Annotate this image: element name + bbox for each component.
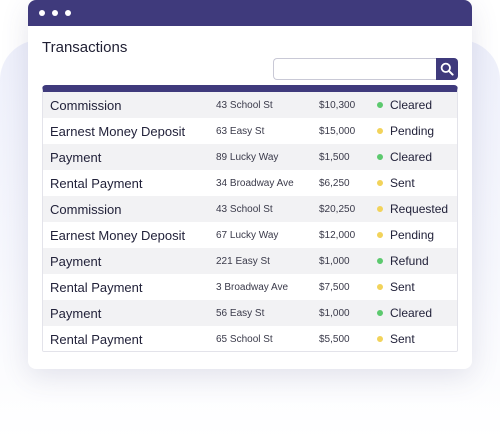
transaction-address: 63 Easy St	[216, 125, 265, 137]
table-row[interactable]: Earnest Money Deposit 67 Lucky Way $12,000…	[43, 222, 457, 248]
status-badge: Refund	[390, 254, 429, 268]
status-dot-icon	[377, 284, 383, 290]
search-icon	[440, 62, 454, 76]
transaction-type: Commission	[50, 201, 122, 217]
transaction-type: Earnest Money Deposit	[50, 123, 186, 139]
status-badge: Requested	[390, 202, 449, 216]
table-row[interactable]: Rental Payment 3 Broadway Ave $7,500 Sent	[43, 274, 457, 300]
transaction-type: Rental Payment	[50, 175, 143, 191]
window-dot-icon[interactable]	[39, 10, 45, 16]
page-title: Transactions	[42, 39, 128, 56]
transaction-type: Rental Payment	[50, 331, 143, 347]
transaction-amount: $1,500	[319, 151, 350, 163]
status-badge: Pending	[390, 228, 435, 242]
status-dot-icon	[377, 310, 383, 316]
transaction-address: 65 School St	[216, 333, 273, 345]
transaction-amount: $20,250	[319, 203, 356, 215]
status-badge: Sent	[390, 332, 415, 346]
search-button[interactable]	[436, 58, 458, 80]
transaction-amount: $1,000	[319, 307, 350, 319]
table-row[interactable]: Commission 43 School St $20,250 Requested	[43, 196, 457, 222]
table-row[interactable]: Rental Payment 65 School St $5,500 Sent	[43, 326, 457, 351]
table-row[interactable]: Payment 56 Easy St $1,000 Cleared	[43, 300, 457, 326]
status-badge: Sent	[390, 176, 415, 190]
status-dot-icon	[377, 154, 383, 160]
status-badge: Cleared	[390, 150, 433, 164]
transaction-type: Payment	[50, 253, 102, 269]
table-row[interactable]: Commission 43 School St $10,300 Cleared	[43, 92, 457, 118]
transaction-type: Payment	[50, 149, 102, 165]
transaction-address: 43 School St	[216, 203, 273, 215]
transaction-address: 67 Lucky Way	[216, 229, 279, 241]
search-input[interactable]	[273, 58, 436, 80]
transaction-address: 43 School St	[216, 99, 273, 111]
transaction-address: 221 Easy St	[216, 255, 270, 267]
status-dot-icon	[377, 232, 383, 238]
transaction-type: Rental Payment	[50, 279, 143, 295]
status-badge: Pending	[390, 124, 435, 138]
status-dot-icon	[377, 206, 383, 212]
status-dot-icon	[377, 102, 383, 108]
table-row[interactable]: Earnest Money Deposit 63 Easy St $15,000 Pe…	[43, 118, 457, 144]
transaction-address: 89 Lucky Way	[216, 151, 279, 163]
transaction-amount: $10,300	[319, 99, 356, 111]
window-titlebar	[28, 0, 472, 26]
status-dot-icon	[377, 128, 383, 134]
transaction-type: Commission	[50, 97, 122, 113]
app-window: Transactions Commission 43 School St $10,3…	[28, 0, 472, 369]
transaction-address: 34 Broadway Ave	[216, 177, 294, 189]
transaction-address: 56 Easy St	[216, 307, 265, 319]
transaction-type: Earnest Money Deposit	[50, 227, 186, 243]
transaction-amount: $5,500	[319, 333, 350, 345]
table-row[interactable]: Payment 89 Lucky Way $1,500 Cleared	[43, 144, 457, 170]
window-dot-icon[interactable]	[65, 10, 71, 16]
status-dot-icon	[377, 258, 383, 264]
table-row[interactable]: Rental Payment 34 Broadway Ave $6,250 Sent	[43, 170, 457, 196]
transaction-address: 3 Broadway Ave	[216, 281, 289, 293]
transaction-amount: $15,000	[319, 125, 356, 137]
status-badge: Cleared	[390, 306, 433, 320]
transaction-amount: $6,250	[319, 177, 350, 189]
transaction-amount: $1,000	[319, 255, 350, 267]
status-dot-icon	[377, 180, 383, 186]
transaction-amount: $7,500	[319, 281, 350, 293]
status-badge: Cleared	[390, 98, 433, 112]
status-dot-icon	[377, 336, 383, 342]
transaction-type: Payment	[50, 305, 102, 321]
transactions-table: Commission 43 School St $10,300 Cleared Earn…	[42, 85, 458, 352]
transaction-amount: $12,000	[319, 229, 356, 241]
table-row[interactable]: Payment 221 Easy St $1,000 Refund	[43, 248, 457, 274]
search-bar	[273, 58, 458, 80]
window-dot-icon[interactable]	[52, 10, 58, 16]
status-badge: Sent	[390, 280, 415, 294]
